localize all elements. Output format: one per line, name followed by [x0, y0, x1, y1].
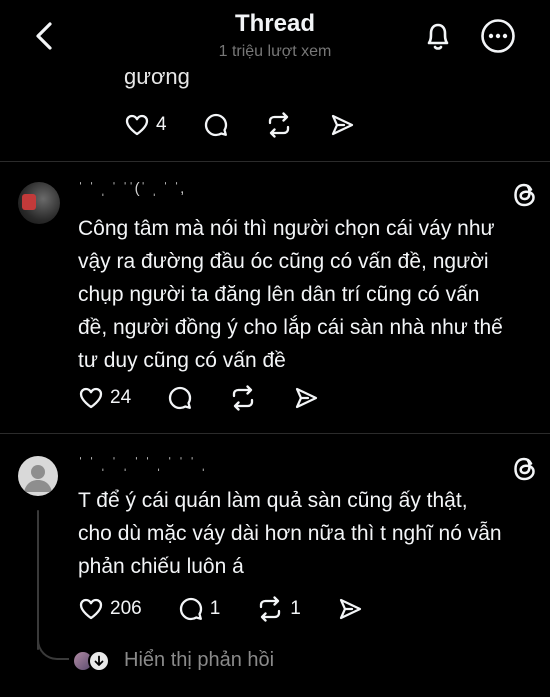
like-button[interactable]: 206: [78, 596, 142, 622]
comment-text: Công tâm mà nói thì người chọn cái váy n…: [78, 212, 503, 377]
divider: [0, 161, 550, 162]
heart-icon: [125, 114, 149, 136]
comment-button[interactable]: [167, 385, 193, 411]
comment-line: phản chiếu luôn á: [78, 555, 244, 578]
like-count: 206: [110, 598, 142, 619]
comment-line: tư duy cũng có vấn đề: [78, 349, 286, 372]
repost-button[interactable]: [265, 112, 293, 138]
thread-line-curve: [37, 628, 69, 660]
heart-icon: [79, 598, 103, 620]
comment-icon: [204, 113, 227, 137]
arrow-down-icon: [88, 649, 110, 672]
repost-count: 1: [290, 598, 301, 619]
comment-actions: 206 1 1: [78, 596, 385, 622]
comment-button[interactable]: 1: [178, 596, 221, 622]
repost-icon: [260, 596, 281, 622]
avatar[interactable]: [18, 182, 60, 224]
comment-count: 1: [209, 598, 221, 619]
share-button[interactable]: [329, 112, 355, 138]
comment-line: Công tâm mà nói thì người chọn cái váy n…: [78, 217, 495, 240]
send-icon: [339, 598, 361, 620]
comment-line: đề, người đồng ý cho lắp cái sàn nhà như…: [78, 316, 503, 339]
comment-line: chụp người ta đăng lên dân trí cũng có v…: [78, 283, 480, 306]
avatar-detail: [22, 194, 36, 210]
send-icon: [331, 114, 353, 136]
partial-comment-text: gương: [124, 70, 190, 89]
comment-button[interactable]: [203, 112, 229, 138]
page-title: Thread: [234, 10, 315, 37]
comment-text: T để ý cái quán làm quả sàn cũng ấy thật…: [78, 484, 502, 583]
show-replies-label: Hiển thị phản hồi: [124, 649, 275, 671]
like-count: 24: [110, 387, 132, 408]
share-button[interactable]: [337, 596, 363, 622]
like-button[interactable]: 4: [124, 112, 167, 138]
comment-line: T để ý cái quán làm quả sàn cũng ấy thật…: [78, 489, 468, 512]
comment-icon: [179, 597, 202, 621]
send-icon: [296, 387, 318, 409]
comment-actions: 24: [78, 385, 341, 411]
avatar[interactable]: [18, 456, 58, 496]
bell-icon[interactable]: [420, 18, 456, 54]
heart-icon: [79, 387, 103, 409]
like-button[interactable]: 24: [78, 385, 131, 411]
default-avatar-icon: [24, 465, 52, 492]
show-replies-button[interactable]: Hiển thị phản hồi: [72, 649, 274, 672]
repost-icon: [268, 112, 289, 138]
repost-button[interactable]: 1: [256, 596, 301, 622]
more-options-icon[interactable]: [479, 17, 517, 55]
username[interactable]: ˈ ˈ ˌ ˈ ˈˈ(ˈ ˌ ˈ ˈ,: [78, 180, 185, 197]
comment-line: cho dù mặc váy dài hơn nữa thì t nghĩ nó…: [78, 522, 502, 545]
username[interactable]: ˈ ˈ ˌ ˈ ˌ ˈ ˈ ˌ ˈ ˈ ˈ ˌ: [78, 455, 207, 472]
repost-icon: [232, 385, 254, 411]
comment-line: vậy ra đường đầu óc cũng có vấn đề, ngườ…: [78, 250, 489, 273]
repost-button[interactable]: [229, 385, 257, 411]
threads-logo-icon[interactable]: [510, 180, 540, 210]
comment-icon: [168, 386, 192, 410]
share-button[interactable]: [293, 385, 319, 411]
threads-logo-icon[interactable]: [510, 454, 540, 484]
like-count: 4: [156, 114, 167, 135]
view-count: 1 triệu lượt xem: [218, 43, 332, 60]
partial-comment-actions: 4: [124, 112, 377, 138]
top-bar: Thread 1 triệu lượt xem: [0, 0, 550, 68]
divider: [0, 433, 550, 434]
